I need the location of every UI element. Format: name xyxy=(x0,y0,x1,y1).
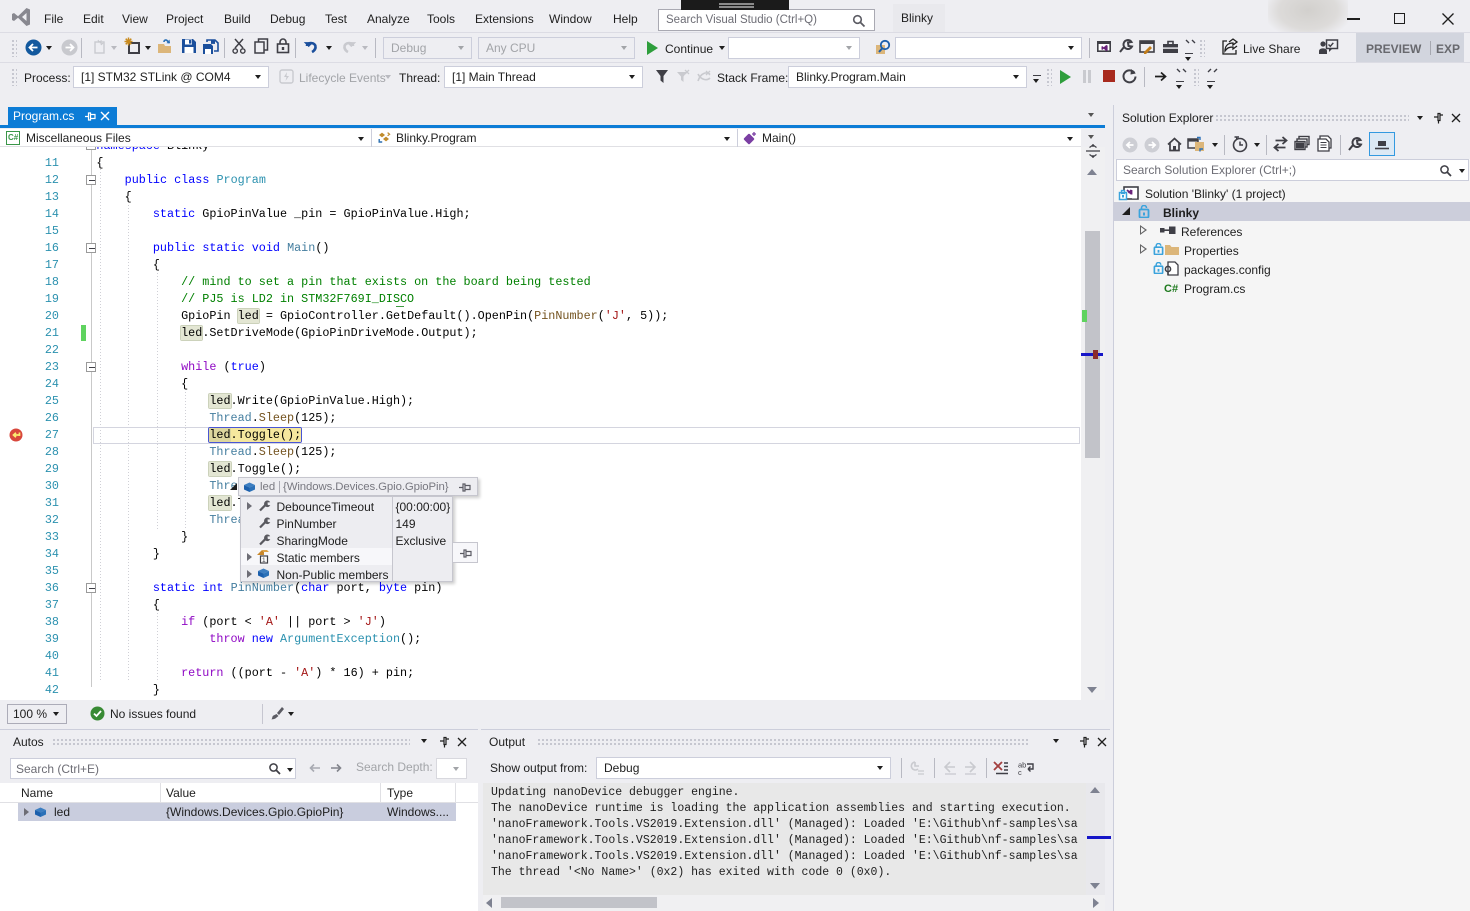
svg-text:c: c xyxy=(1018,768,1022,776)
svg-text:1: 1 xyxy=(262,557,266,564)
